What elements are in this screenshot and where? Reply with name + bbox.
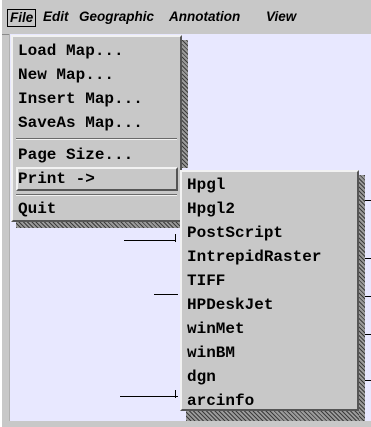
menu-geographic[interactable]: Geographic <box>77 9 156 25</box>
menu-separator <box>16 194 177 196</box>
menu-item-insert-map[interactable]: Insert Map... <box>16 87 143 111</box>
submenu-item-postscript[interactable]: PostScript <box>185 221 283 245</box>
menu-bar: File Edit Geographic Annotation View <box>2 0 371 35</box>
submenu-item-hpgl2[interactable]: Hpgl2 <box>185 197 235 221</box>
menu-item-new-map[interactable]: New Map... <box>16 63 114 87</box>
submenu-item-arcinfo[interactable]: arcinfo <box>185 389 254 413</box>
submenu-item-winmet[interactable]: winMet <box>185 317 245 341</box>
menu-file[interactable]: File <box>7 9 37 27</box>
submenu-item-hpgl[interactable]: Hpgl <box>185 173 225 197</box>
map-line <box>124 240 176 241</box>
submenu-shadow <box>359 175 365 421</box>
submenu-item-dgn[interactable]: dgn <box>185 365 216 389</box>
menu-item-saveas-map[interactable]: SaveAs Map... <box>16 111 143 135</box>
menu-item-page-size[interactable]: Page Size... <box>16 143 133 167</box>
map-line <box>175 234 176 242</box>
menu-annotation[interactable]: Annotation <box>167 9 242 25</box>
menu-item-quit[interactable]: Quit <box>16 197 56 221</box>
submenu-item-winbm[interactable]: winBM <box>185 341 235 365</box>
map-line <box>175 390 176 398</box>
map-line <box>154 294 178 295</box>
menu-view[interactable]: View <box>264 9 298 25</box>
print-submenu: Hpgl Hpgl2 PostScript IntrepidRaster TIF… <box>180 170 359 411</box>
menu-edit[interactable]: Edit <box>41 9 71 25</box>
map-line <box>120 396 178 397</box>
menu-shadow <box>182 40 188 168</box>
menu-item-load-map[interactable]: Load Map... <box>16 39 124 63</box>
menu-item-print[interactable]: Print -> <box>16 167 178 191</box>
file-menu: Load Map... New Map... Insert Map... Sav… <box>11 35 182 222</box>
submenu-item-hpdeskjet[interactable]: HPDeskJet <box>185 293 273 317</box>
submenu-item-intrepidraster[interactable]: IntrepidRaster <box>185 245 321 269</box>
menu-separator <box>16 138 177 140</box>
submenu-item-tiff[interactable]: TIFF <box>185 269 225 293</box>
